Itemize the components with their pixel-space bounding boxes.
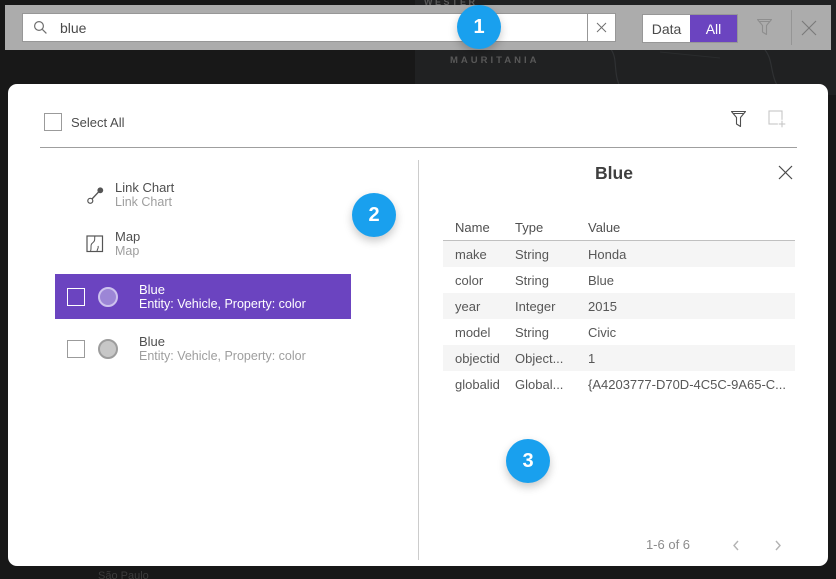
result-item-blue[interactable]: Blue Entity: Vehicle, Property: color xyxy=(55,326,351,371)
pagination-label: 1-6 of 6 xyxy=(618,537,718,552)
col-name: Name xyxy=(443,220,515,235)
result-title: Blue xyxy=(139,282,306,297)
search-input[interactable] xyxy=(58,19,587,37)
chevron-right-icon[interactable] xyxy=(773,539,783,552)
table-row: model String Civic xyxy=(443,319,795,345)
detail-title: Blue xyxy=(418,163,810,184)
select-all-label: Select All xyxy=(71,115,124,130)
result-subtitle: Link Chart xyxy=(115,195,174,210)
detail-close-icon[interactable] xyxy=(777,164,794,181)
link-chart-icon xyxy=(86,186,105,205)
result-item-blue-selected[interactable]: Blue Entity: Vehicle, Property: color xyxy=(55,274,351,319)
scope-data-button[interactable]: Data xyxy=(643,15,690,42)
entity-circle-icon xyxy=(98,287,118,307)
map-label-sao-paulo: São Paulo xyxy=(98,570,149,579)
table-row: year Integer 2015 xyxy=(443,293,795,319)
callout-2: 2 xyxy=(352,193,396,237)
entity-circle-icon xyxy=(98,339,118,359)
chevron-left-icon[interactable] xyxy=(731,539,741,552)
result-title: Link Chart xyxy=(115,180,174,195)
attribute-table: Name Type Value make String Honda color … xyxy=(443,214,795,397)
map-icon xyxy=(86,235,104,253)
toolbar-divider xyxy=(791,10,792,45)
close-icon[interactable] xyxy=(797,16,821,40)
scope-all-button[interactable]: All xyxy=(690,15,737,42)
clear-icon xyxy=(596,22,607,33)
table-row: objectid Object... 1 xyxy=(443,345,795,371)
result-item-map[interactable]: Map Map xyxy=(55,225,351,263)
scope-toggle: Data All xyxy=(642,14,738,43)
col-type: Type xyxy=(515,220,588,235)
result-checkbox[interactable] xyxy=(67,340,85,358)
table-row: make String Honda xyxy=(443,241,795,267)
result-item-link-chart[interactable]: Link Chart Link Chart xyxy=(55,176,351,214)
search-toolbar: Data All xyxy=(5,5,831,50)
result-title: Map xyxy=(115,229,140,244)
callout-1: 1 xyxy=(457,5,501,49)
search-icon xyxy=(33,20,48,35)
table-row: globalid Global... {A4203777-D70D-4C5C-9… xyxy=(443,371,795,397)
detail-panel: Blue Name Type Value make String Honda c… xyxy=(418,84,818,566)
clear-search-button[interactable] xyxy=(587,13,616,42)
callout-3: 3 xyxy=(506,439,550,483)
result-subtitle: Entity: Vehicle, Property: color xyxy=(139,297,306,312)
map-label-mauritania: MAURITANIA xyxy=(450,55,539,66)
search-results-dialog: Select All xyxy=(8,84,828,566)
select-all-checkbox[interactable] xyxy=(44,113,62,131)
result-subtitle: Map xyxy=(115,244,140,259)
search-box[interactable] xyxy=(22,13,588,42)
result-title: Blue xyxy=(139,334,306,349)
table-header: Name Type Value xyxy=(443,214,795,241)
table-row: color String Blue xyxy=(443,267,795,293)
result-checkbox[interactable] xyxy=(67,288,85,306)
filter-icon[interactable] xyxy=(755,17,774,38)
result-list: Link Chart Link Chart Map Map xyxy=(55,176,351,378)
result-subtitle: Entity: Vehicle, Property: color xyxy=(139,349,306,364)
app-screenshot: WESTER MAURITANIA São Paulo Data All xyxy=(0,0,836,579)
col-value: Value xyxy=(588,220,795,235)
